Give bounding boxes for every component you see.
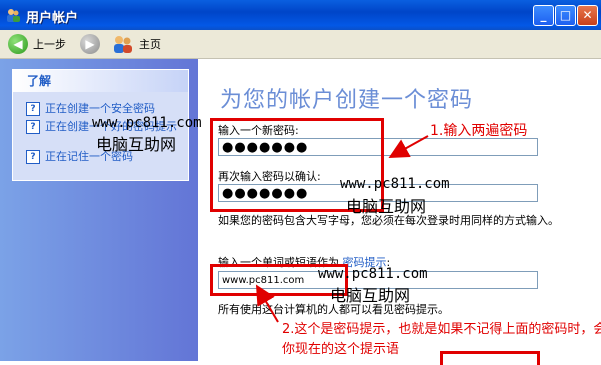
user-accounts-icon	[7, 9, 20, 22]
watermark-name: 电脑互助网	[330, 286, 411, 305]
back-label: 上一步	[33, 38, 66, 51]
title-bar: 用户帐户 _ □ ✕	[0, 0, 601, 30]
help-icon: ?	[26, 150, 40, 164]
window-title: 用户帐户	[26, 11, 79, 26]
step2-annotation-line2: 你现在的这个提示语	[282, 342, 400, 357]
help-icon: ?	[26, 102, 40, 116]
task-pane: 了解 ? 正在创建一个安全密码 ? 正在创建一个好的密码提示 ? 正在记住一个密…	[0, 59, 198, 361]
close-button[interactable]: ✕	[577, 5, 598, 26]
page-title: 为您的帐户创建一个密码	[220, 88, 474, 113]
forward-arrow-icon: ▶	[80, 34, 100, 54]
minimize-button[interactable]: _	[533, 5, 554, 26]
toolbar: ◀ 上一步 ▶ 主页	[0, 30, 601, 59]
sidebar-item-label: 正在创建一个安全密码	[45, 102, 155, 115]
close-icon: ✕	[582, 8, 593, 22]
watermark-name: 电脑互助网	[346, 197, 427, 216]
step2-annotation-line1: 2.这个是密码提示，也就是如果不记得上面的密码时，会有	[282, 322, 601, 337]
watermark-url: www.pc811.com	[340, 176, 450, 192]
watermark-url: www.pc811.com	[318, 266, 428, 282]
home-button[interactable]: 主页	[112, 33, 161, 55]
users-home-icon	[114, 36, 132, 53]
forward-button[interactable]: ▶	[80, 33, 100, 55]
watermark-url: www.pc811.com	[92, 115, 202, 131]
next-button-annotation-box	[440, 351, 540, 365]
minimize-icon: _	[540, 8, 547, 22]
watermark-name: 电脑互助网	[96, 135, 177, 154]
help-icon: ?	[26, 120, 40, 134]
maximize-icon: □	[559, 8, 572, 22]
home-label: 主页	[139, 38, 161, 51]
back-arrow-icon: ◀	[8, 34, 28, 54]
step1-annotation: 1.输入两遍密码	[430, 123, 528, 139]
back-button[interactable]: ◀ 上一步	[8, 33, 66, 55]
panel-heading: 了解	[13, 70, 188, 92]
maximize-button[interactable]: □	[555, 5, 576, 26]
